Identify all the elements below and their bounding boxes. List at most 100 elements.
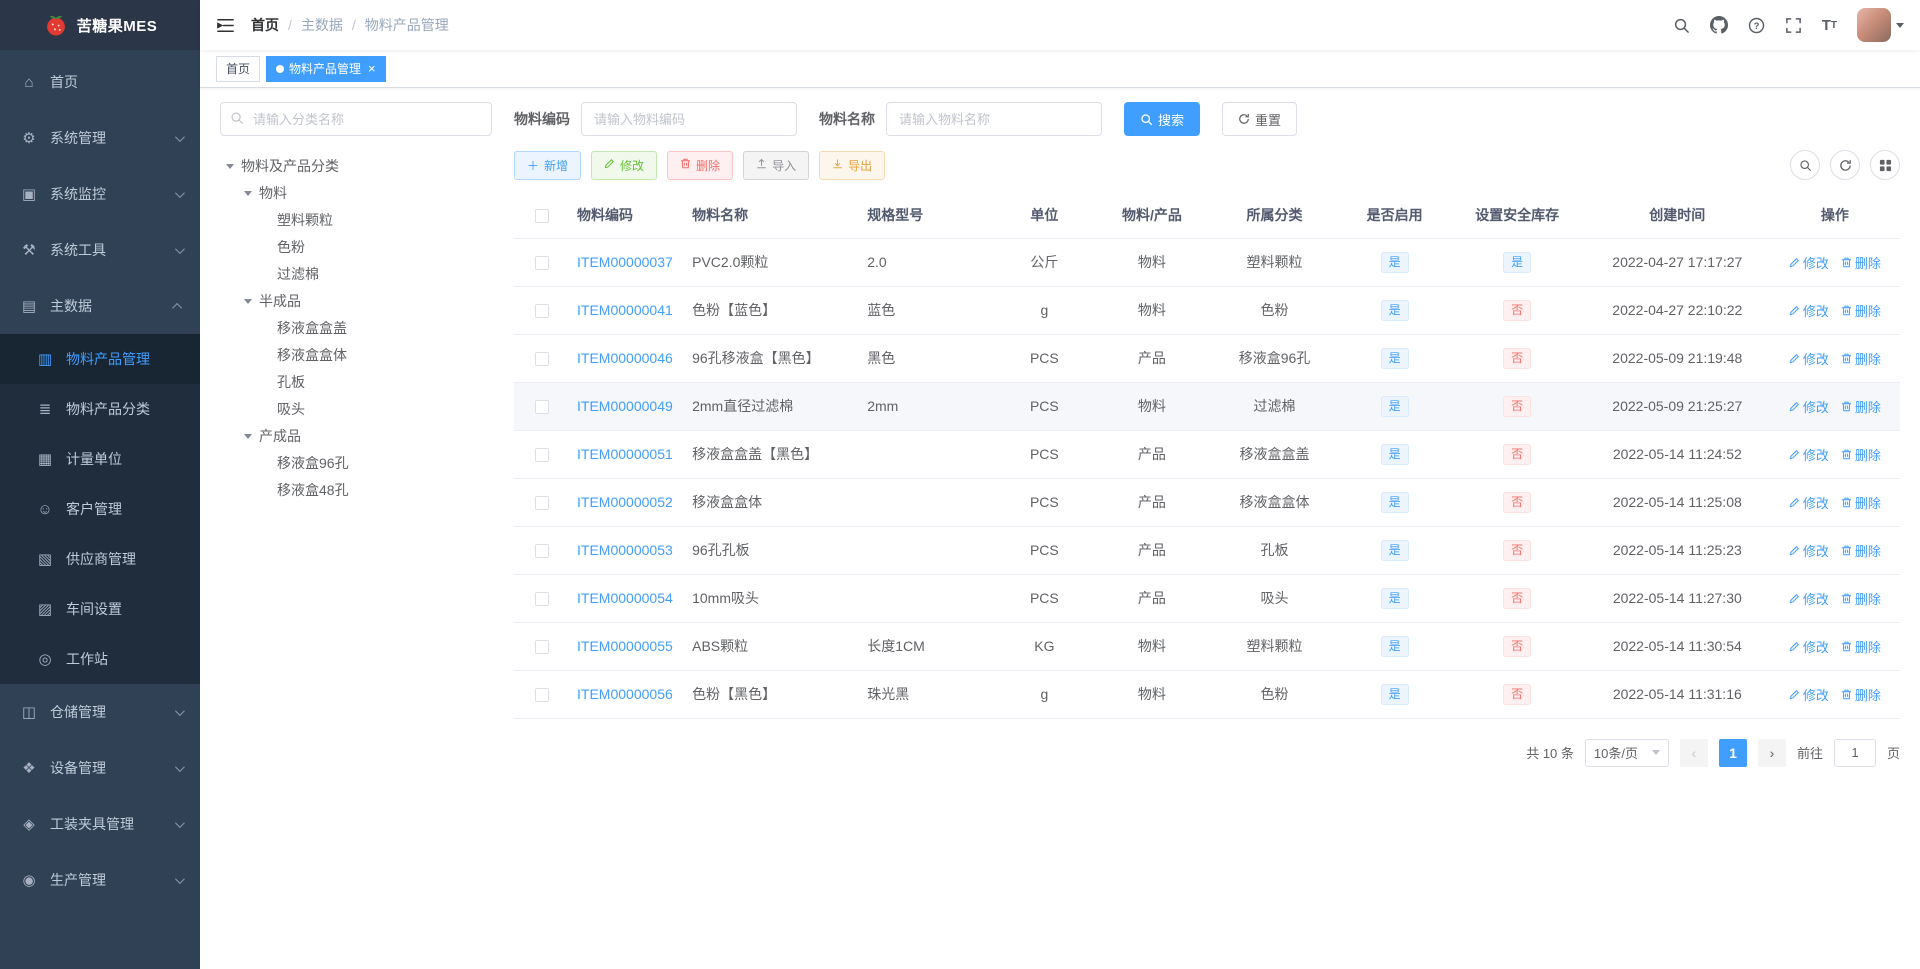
row-checkbox[interactable]: [534, 544, 549, 559]
user-menu[interactable]: [1857, 8, 1904, 42]
row-delete-link[interactable]: 删除: [1841, 637, 1881, 656]
caret-icon[interactable]: [244, 433, 252, 443]
hamburger-icon[interactable]: [216, 16, 235, 35]
item-code-link[interactable]: ITEM00000041: [577, 302, 673, 318]
sidebar-item[interactable]: ▤ 主数据: [0, 278, 200, 334]
row-delete-link[interactable]: 删除: [1841, 349, 1881, 368]
row-checkbox[interactable]: [534, 448, 549, 463]
tree-node[interactable]: 塑料颗粒: [220, 206, 492, 233]
tree-node[interactable]: 移液盒48孔: [220, 476, 492, 503]
breadcrumb-item[interactable]: 首页: [251, 15, 279, 35]
row-checkbox[interactable]: [534, 688, 549, 703]
tree-node[interactable]: 移液盒96孔: [220, 449, 492, 476]
sidebar-subitem[interactable]: ▧ 供应商管理: [0, 534, 200, 584]
row-edit-link[interactable]: 修改: [1789, 445, 1829, 464]
tree-node[interactable]: 色粉: [220, 233, 492, 260]
filter-input[interactable]: [886, 102, 1102, 136]
row-checkbox[interactable]: [534, 400, 549, 415]
row-edit-link[interactable]: 修改: [1789, 589, 1829, 608]
sidebar-item[interactable]: ◉ 生产管理: [0, 852, 200, 908]
row-delete-link[interactable]: 删除: [1841, 589, 1881, 608]
item-code-link[interactable]: ITEM00000046: [577, 350, 673, 366]
tree-node[interactable]: 吸头: [220, 395, 492, 422]
tree-node[interactable]: 孔板: [220, 368, 492, 395]
columns-grid-button[interactable]: [1870, 150, 1900, 180]
sidebar-item[interactable]: ▣ 系统监控: [0, 166, 200, 222]
add-button[interactable]: ＋新增: [514, 150, 582, 180]
page-size-select[interactable]: 10条/页: [1584, 738, 1669, 767]
search-icon[interactable]: [1673, 17, 1690, 34]
row-checkbox[interactable]: [534, 256, 549, 271]
row-delete-link[interactable]: 删除: [1841, 445, 1881, 464]
view-tab[interactable]: 物料产品管理 ×: [266, 55, 386, 82]
row-delete-link[interactable]: 删除: [1841, 253, 1881, 272]
caret-icon[interactable]: [244, 190, 252, 200]
goto-page-input[interactable]: [1833, 738, 1876, 767]
refresh-button[interactable]: [1830, 150, 1860, 180]
row-edit-link[interactable]: 修改: [1789, 349, 1829, 368]
sidebar-item[interactable]: ⌂ 首页: [0, 54, 200, 110]
row-checkbox[interactable]: [534, 304, 549, 319]
help-icon[interactable]: ?: [1748, 17, 1765, 34]
sidebar-subitem[interactable]: ≣ 物料产品分类: [0, 384, 200, 434]
row-delete-link[interactable]: 删除: [1841, 493, 1881, 512]
sidebar-subitem[interactable]: ▥ 物料产品管理: [0, 334, 200, 384]
search-button[interactable]: 搜索: [1124, 102, 1201, 136]
row-delete-link[interactable]: 删除: [1841, 541, 1881, 560]
sidebar-item[interactable]: ◫ 仓储管理: [0, 684, 200, 740]
tree-node[interactable]: 移液盒盒盖: [220, 314, 492, 341]
item-code-link[interactable]: ITEM00000051: [577, 446, 673, 462]
item-code-link[interactable]: ITEM00000055: [577, 638, 673, 654]
font-size-icon[interactable]: TT: [1822, 17, 1837, 34]
item-code-link[interactable]: ITEM00000053: [577, 542, 673, 558]
select-all-checkbox[interactable]: [534, 208, 549, 223]
sidebar-item[interactable]: ⚒ 系统工具: [0, 222, 200, 278]
fullscreen-icon[interactable]: [1785, 17, 1802, 34]
row-edit-link[interactable]: 修改: [1789, 541, 1829, 560]
row-checkbox[interactable]: [534, 592, 549, 607]
row-edit-link[interactable]: 修改: [1789, 493, 1829, 512]
sidebar-item[interactable]: ◈ 工装夹具管理: [0, 796, 200, 852]
sidebar-subitem[interactable]: ▦ 计量单位: [0, 434, 200, 484]
delete-button[interactable]: 删除: [667, 150, 734, 180]
row-edit-link[interactable]: 修改: [1789, 301, 1829, 320]
row-delete-link[interactable]: 删除: [1841, 301, 1881, 320]
row-delete-link[interactable]: 删除: [1841, 685, 1881, 704]
logo[interactable]: 苦糖果MES: [0, 0, 200, 50]
item-code-link[interactable]: ITEM00000052: [577, 494, 673, 510]
import-button[interactable]: 导入: [743, 150, 810, 180]
filter-input[interactable]: [581, 102, 797, 136]
edit-button[interactable]: 修改: [591, 150, 658, 180]
caret-icon[interactable]: [244, 298, 252, 308]
sidebar-item[interactable]: ⚙ 系统管理: [0, 110, 200, 166]
item-code-link[interactable]: ITEM00000054: [577, 590, 673, 606]
sidebar-subitem[interactable]: ◎ 工作站: [0, 634, 200, 684]
item-code-link[interactable]: ITEM00000049: [577, 398, 673, 414]
tree-node[interactable]: 产成品: [220, 422, 492, 449]
sidebar-item[interactable]: ❖ 设备管理: [0, 740, 200, 796]
row-edit-link[interactable]: 修改: [1789, 685, 1829, 704]
row-checkbox[interactable]: [534, 352, 549, 367]
prev-page-button[interactable]: ‹: [1679, 738, 1708, 767]
reset-button[interactable]: 重置: [1222, 102, 1298, 136]
item-code-link[interactable]: ITEM00000037: [577, 254, 673, 270]
view-tab[interactable]: 首页: [216, 55, 261, 82]
tree-node[interactable]: 半成品: [220, 287, 492, 314]
item-code-link[interactable]: ITEM00000056: [577, 686, 673, 702]
export-button[interactable]: 导出: [819, 150, 886, 180]
next-page-button[interactable]: ›: [1757, 738, 1786, 767]
tree-node[interactable]: 物料及产品分类: [220, 152, 492, 179]
row-edit-link[interactable]: 修改: [1789, 637, 1829, 656]
github-icon[interactable]: [1709, 16, 1728, 34]
sidebar-subitem[interactable]: ▨ 车间设置: [0, 584, 200, 634]
tree-node[interactable]: 过滤棉: [220, 260, 492, 287]
search-toggle-button[interactable]: [1790, 150, 1820, 180]
row-checkbox[interactable]: [534, 640, 549, 655]
sidebar-subitem[interactable]: ☺ 客户管理: [0, 484, 200, 534]
row-edit-link[interactable]: 修改: [1789, 253, 1829, 272]
tree-search-input[interactable]: [220, 102, 492, 136]
tree-node[interactable]: 移液盒盒体: [220, 341, 492, 368]
row-checkbox[interactable]: [534, 496, 549, 511]
tree-node[interactable]: 物料: [220, 179, 492, 206]
close-icon[interactable]: ×: [368, 62, 376, 75]
